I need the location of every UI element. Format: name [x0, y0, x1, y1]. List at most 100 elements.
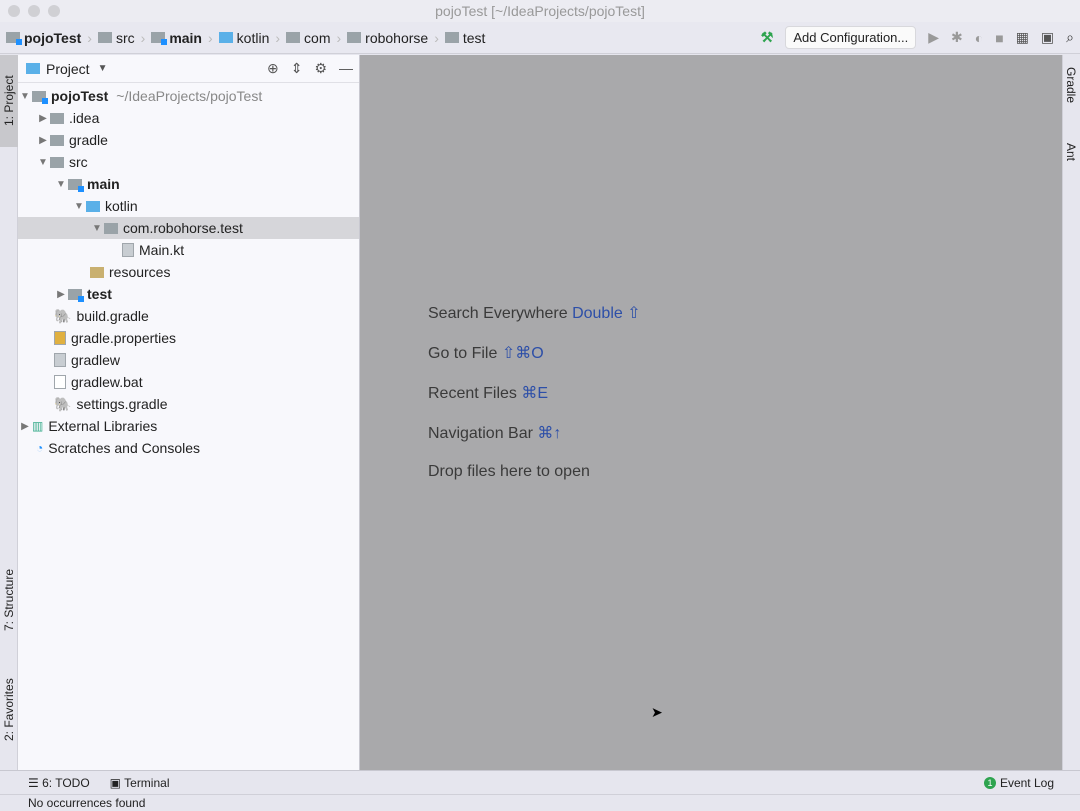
hide-icon[interactable]: — [339, 60, 353, 77]
collapsed-arrow-icon[interactable]: ▶ [54, 289, 68, 300]
tree-label: gradlew [71, 352, 120, 368]
module-icon [6, 32, 20, 43]
text-file-icon [54, 375, 66, 389]
tree-label: resources [109, 264, 170, 280]
tree-item[interactable]: ▼ kotlin [18, 195, 359, 217]
collapse-all-icon[interactable]: ⇕ [291, 60, 303, 77]
tree-label: kotlin [105, 198, 138, 214]
crumb-label: robohorse [365, 30, 428, 46]
expanded-arrow-icon[interactable]: ▼ [72, 201, 86, 212]
package-icon [104, 223, 118, 234]
build-hammer-icon[interactable]: ⚒ [761, 29, 774, 46]
locate-icon[interactable]: ⊕ [267, 60, 279, 77]
breadcrumb-com[interactable]: com [286, 30, 330, 46]
status-bar: No occurrences found [0, 794, 1080, 810]
tree-item[interactable]: ▶▥External Libraries [18, 415, 359, 437]
breadcrumb-pojotest[interactable]: pojoTest [6, 30, 81, 46]
folder-icon [50, 157, 64, 168]
hint-shortcut: ⇧⌘O [502, 345, 544, 362]
debug-icon[interactable]: ✱ [951, 29, 963, 46]
zoom-button[interactable] [48, 5, 60, 17]
expanded-arrow-icon[interactable]: ▼ [54, 179, 68, 190]
tab-event-log[interactable]: 1Event Log [984, 776, 1054, 790]
tab-label: Terminal [124, 776, 169, 790]
tree-item[interactable]: 🐘build.gradle [18, 305, 359, 327]
tree-item[interactable]: resources [18, 261, 359, 283]
list-icon: ☰ [28, 776, 42, 790]
tree-label: settings.gradle [76, 396, 167, 412]
separator: › [434, 30, 439, 46]
tab-gradle[interactable]: Gradle [1062, 67, 1080, 127]
tree-item[interactable]: ▶.idea [18, 107, 359, 129]
kotlin-file-icon [122, 243, 134, 257]
close-button[interactable] [8, 5, 20, 17]
collapsed-arrow-icon[interactable]: ▶ [36, 135, 50, 146]
project-tree: ▼pojoTest~/IdeaProjects/pojoTest ▶.idea … [18, 83, 359, 459]
tree-item-selected[interactable]: ▼com.robohorse.test [18, 217, 359, 239]
crumb-label: pojoTest [24, 30, 81, 46]
tree-item[interactable]: 🐘settings.gradle [18, 393, 359, 415]
script-file-icon [54, 353, 66, 367]
terminal-icon: ▣ [110, 776, 124, 790]
editor-empty-area[interactable]: Search Everywhere Double ⇧ Go to File ⇧⌘… [360, 55, 1062, 770]
mouse-cursor-icon: ➤ [651, 704, 663, 721]
breadcrumb-main[interactable]: main [151, 30, 202, 46]
minimize-button[interactable] [28, 5, 40, 17]
chevron-down-icon[interactable]: ▼ [98, 63, 108, 74]
tree-item[interactable]: gradle.properties [18, 327, 359, 349]
tab-structure[interactable]: 7: Structure [0, 555, 18, 645]
project-structure-icon[interactable]: ▦ [1016, 29, 1029, 46]
tab-project[interactable]: 1: Project [0, 55, 18, 147]
crumb-label: src [116, 30, 135, 46]
resources-folder-icon [90, 267, 104, 278]
add-configuration-button[interactable]: Add Configuration... [785, 26, 916, 49]
module-folder-icon [68, 289, 82, 300]
tree-item[interactable]: ▼src [18, 151, 359, 173]
tree-label: gradle.properties [71, 330, 176, 346]
separator: › [87, 30, 92, 46]
stop-icon[interactable]: ■ [995, 30, 1003, 46]
breadcrumb-test[interactable]: test [445, 30, 486, 46]
coverage-icon[interactable]: ◐ [975, 30, 983, 46]
search-icon[interactable]: ⌕ [1066, 29, 1074, 46]
package-icon [347, 32, 361, 43]
tree-item[interactable]: ◔Scratches and Consoles [18, 437, 359, 459]
tree-item[interactable]: gradlew [18, 349, 359, 371]
tree-item[interactable]: gradlew.bat [18, 371, 359, 393]
separator: › [275, 30, 280, 46]
hint-text: Navigation Bar [428, 425, 533, 442]
expanded-arrow-icon[interactable]: ▼ [36, 157, 50, 168]
project-view-selector[interactable]: Project [46, 61, 90, 77]
breadcrumb-kotlin[interactable]: kotlin [219, 30, 270, 46]
hint-shortcut: ⌘E [521, 385, 548, 402]
tab-terminal[interactable]: ▣ Terminal [110, 776, 170, 790]
tree-item[interactable]: Main.kt [18, 239, 359, 261]
separator: › [336, 30, 341, 46]
folder-icon [50, 113, 64, 124]
gear-icon[interactable]: ⚙ [314, 60, 327, 77]
expanded-arrow-icon[interactable]: ▼ [90, 223, 104, 234]
package-icon [445, 32, 459, 43]
tab-favorites[interactable]: 2: Favorites [0, 665, 18, 755]
tab-ant[interactable]: Ant [1062, 143, 1080, 183]
breadcrumb-src[interactable]: src [98, 30, 135, 46]
collapsed-arrow-icon[interactable]: ▶ [36, 113, 50, 124]
module-folder-icon [151, 32, 165, 43]
project-view-icon [26, 63, 40, 74]
tree-label: main [87, 176, 120, 192]
tree-item[interactable]: ▼ main [18, 173, 359, 195]
tab-todo[interactable]: ☰ 6: TODO [28, 776, 90, 790]
left-tool-strip: 1: Project 7: Structure 2: Favorites [0, 55, 18, 770]
tree-item[interactable]: ▼pojoTest~/IdeaProjects/pojoTest [18, 85, 359, 107]
tree-item[interactable]: ▶test [18, 283, 359, 305]
separator: › [208, 30, 213, 46]
run-anything-icon[interactable]: ▣ [1041, 29, 1054, 46]
gradle-icon: 🐘 [54, 308, 71, 325]
window-controls[interactable] [8, 5, 60, 17]
tree-item[interactable]: ▶gradle [18, 129, 359, 151]
hint-search-everywhere: Search Everywhere Double ⇧ [428, 303, 641, 343]
run-icon[interactable]: ▶ [928, 29, 939, 46]
collapsed-arrow-icon[interactable]: ▶ [18, 421, 32, 432]
breadcrumb-robohorse[interactable]: robohorse [347, 30, 428, 46]
expanded-arrow-icon[interactable]: ▼ [18, 91, 32, 102]
